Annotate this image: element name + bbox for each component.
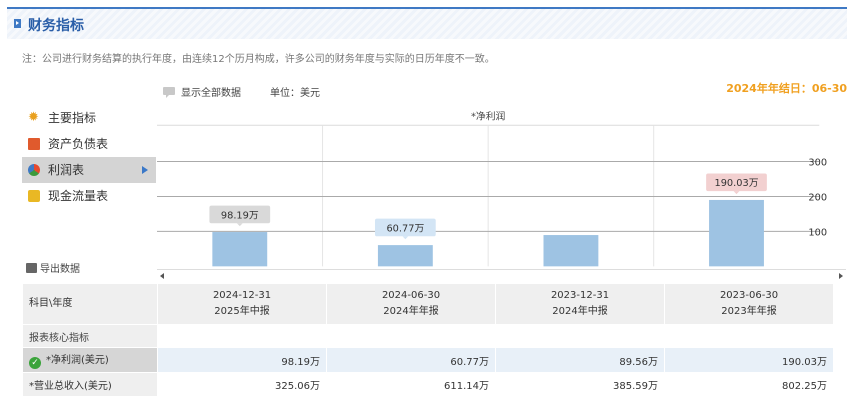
section-marker-icon (14, 19, 21, 28)
chart-bar[interactable] (212, 232, 268, 267)
pie-chart-icon (28, 164, 40, 176)
show-all-data-toggle[interactable]: 显示全部数据 (181, 84, 241, 99)
table-cell: 60.77万 (326, 347, 496, 373)
column-period: 2024年年报 (383, 306, 439, 317)
table-cell: 611.14万 (326, 372, 496, 397)
scroll-left-icon[interactable] (160, 273, 164, 279)
comment-icon (163, 87, 175, 98)
document-icon (28, 138, 40, 150)
sidebar-item-balance-sheet[interactable]: 资产负债表 (22, 131, 156, 157)
table-cell: 325.06万 (157, 372, 327, 397)
empty-cell (664, 324, 834, 348)
empty-cell (326, 324, 496, 348)
section-header: 财务指标 (7, 7, 847, 39)
chart-bar[interactable] (377, 245, 433, 267)
table-corner-header: 科目\年度 (22, 283, 158, 325)
sidebar-item-label: 利润表 (48, 163, 85, 177)
sidebar-item-income-statement[interactable]: 利润表 (22, 157, 156, 183)
sidebar-item-main-indicators[interactable]: ✹ 主要指标 (22, 105, 156, 131)
table-cell: 802.25万 (664, 372, 834, 397)
scroll-right-icon[interactable] (839, 273, 843, 279)
chevron-right-icon (142, 166, 148, 174)
fiscal-year-end: 2024年年结日：06-30 (726, 82, 847, 95)
table-cell: 98.19万 (157, 347, 327, 373)
table-row[interactable]: ✓ *净利润(美元) 98.19万 60.77万 89.56万 190.03万 (22, 347, 834, 373)
coins-icon (28, 190, 40, 202)
chart-bar[interactable] (543, 235, 599, 267)
column-date: 2023-12-31 (550, 290, 610, 301)
column-period: 2023年年报 (721, 306, 777, 317)
export-label: 导出数据 (40, 264, 80, 275)
net-profit-chart: *净利润 100 200 300 98.19万 60.77万 190.03万 (157, 105, 827, 268)
financial-table: 科目\年度 2024-12-31 2025年中报 2024-06-30 2024年年… (22, 283, 834, 397)
star-icon: ✹ (28, 110, 39, 125)
horizontal-scrollbar[interactable] (157, 269, 846, 282)
sidebar-item-label: 主要指标 (48, 111, 97, 125)
row-label: *营业总收入(美元) (22, 372, 158, 397)
export-icon (26, 263, 37, 273)
sidebar-item-label: 现金流量表 (48, 189, 109, 203)
column-date: 2024-06-30 (381, 290, 441, 301)
column-date: 2023-06-30 (719, 290, 779, 301)
table-row[interactable]: *营业总收入(美元) 325.06万 611.14万 385.59万 802.2… (22, 372, 834, 397)
y-tick-label: 300 (808, 157, 827, 168)
column-period: 2025年中报 (214, 306, 270, 317)
page-title: 财务指标 (28, 18, 84, 34)
column-date: 2024-12-31 (212, 290, 272, 301)
column-header: 2023-12-31 2024年中报 (495, 283, 665, 325)
column-header: 2024-12-31 2025年中报 (157, 283, 327, 325)
column-header: 2024-06-30 2024年年报 (326, 283, 496, 325)
table-cell: 385.59万 (495, 372, 665, 397)
table-header-row: 科目\年度 2024-12-31 2025年中报 2024-06-30 2024年年… (22, 283, 834, 325)
data-label: 98.19万 (221, 210, 259, 221)
sidebar-item-cash-flow[interactable]: 现金流量表 (22, 183, 156, 209)
data-label: 60.77万 (386, 223, 424, 234)
empty-cell (157, 324, 327, 348)
export-data-button[interactable]: 导出数据 (26, 260, 80, 275)
check-icon[interactable]: ✓ (29, 357, 41, 369)
column-header: 2023-06-30 2023年年报 (664, 283, 834, 325)
chart-bar[interactable] (709, 199, 764, 267)
table-cell: 190.03万 (664, 347, 834, 373)
sidebar: ✹ 主要指标 资产负债表 利润表 现金流量表 (22, 105, 156, 209)
unit-label: 单位：美元 (270, 88, 320, 99)
section-label: 报表核心指标 (22, 324, 158, 348)
sidebar-item-label: 资产负债表 (48, 137, 109, 151)
fiscal-note: 注：公司进行财务结算的执行年度，由连续12个历月构成，许多公司的财务年度与实际的… (22, 54, 495, 65)
data-label: 190.03万 (714, 178, 758, 189)
y-tick-label: 200 (808, 192, 827, 203)
y-tick-label: 100 (808, 227, 827, 238)
row-label-text: *净利润(美元) (46, 355, 109, 366)
column-period: 2024年中报 (552, 306, 608, 317)
section-row: 报表核心指标 (22, 324, 834, 348)
row-label: ✓ *净利润(美元) (22, 347, 158, 373)
table-cell: 89.56万 (495, 347, 665, 373)
empty-cell (495, 324, 665, 348)
chart-title: *净利润 (471, 109, 505, 122)
